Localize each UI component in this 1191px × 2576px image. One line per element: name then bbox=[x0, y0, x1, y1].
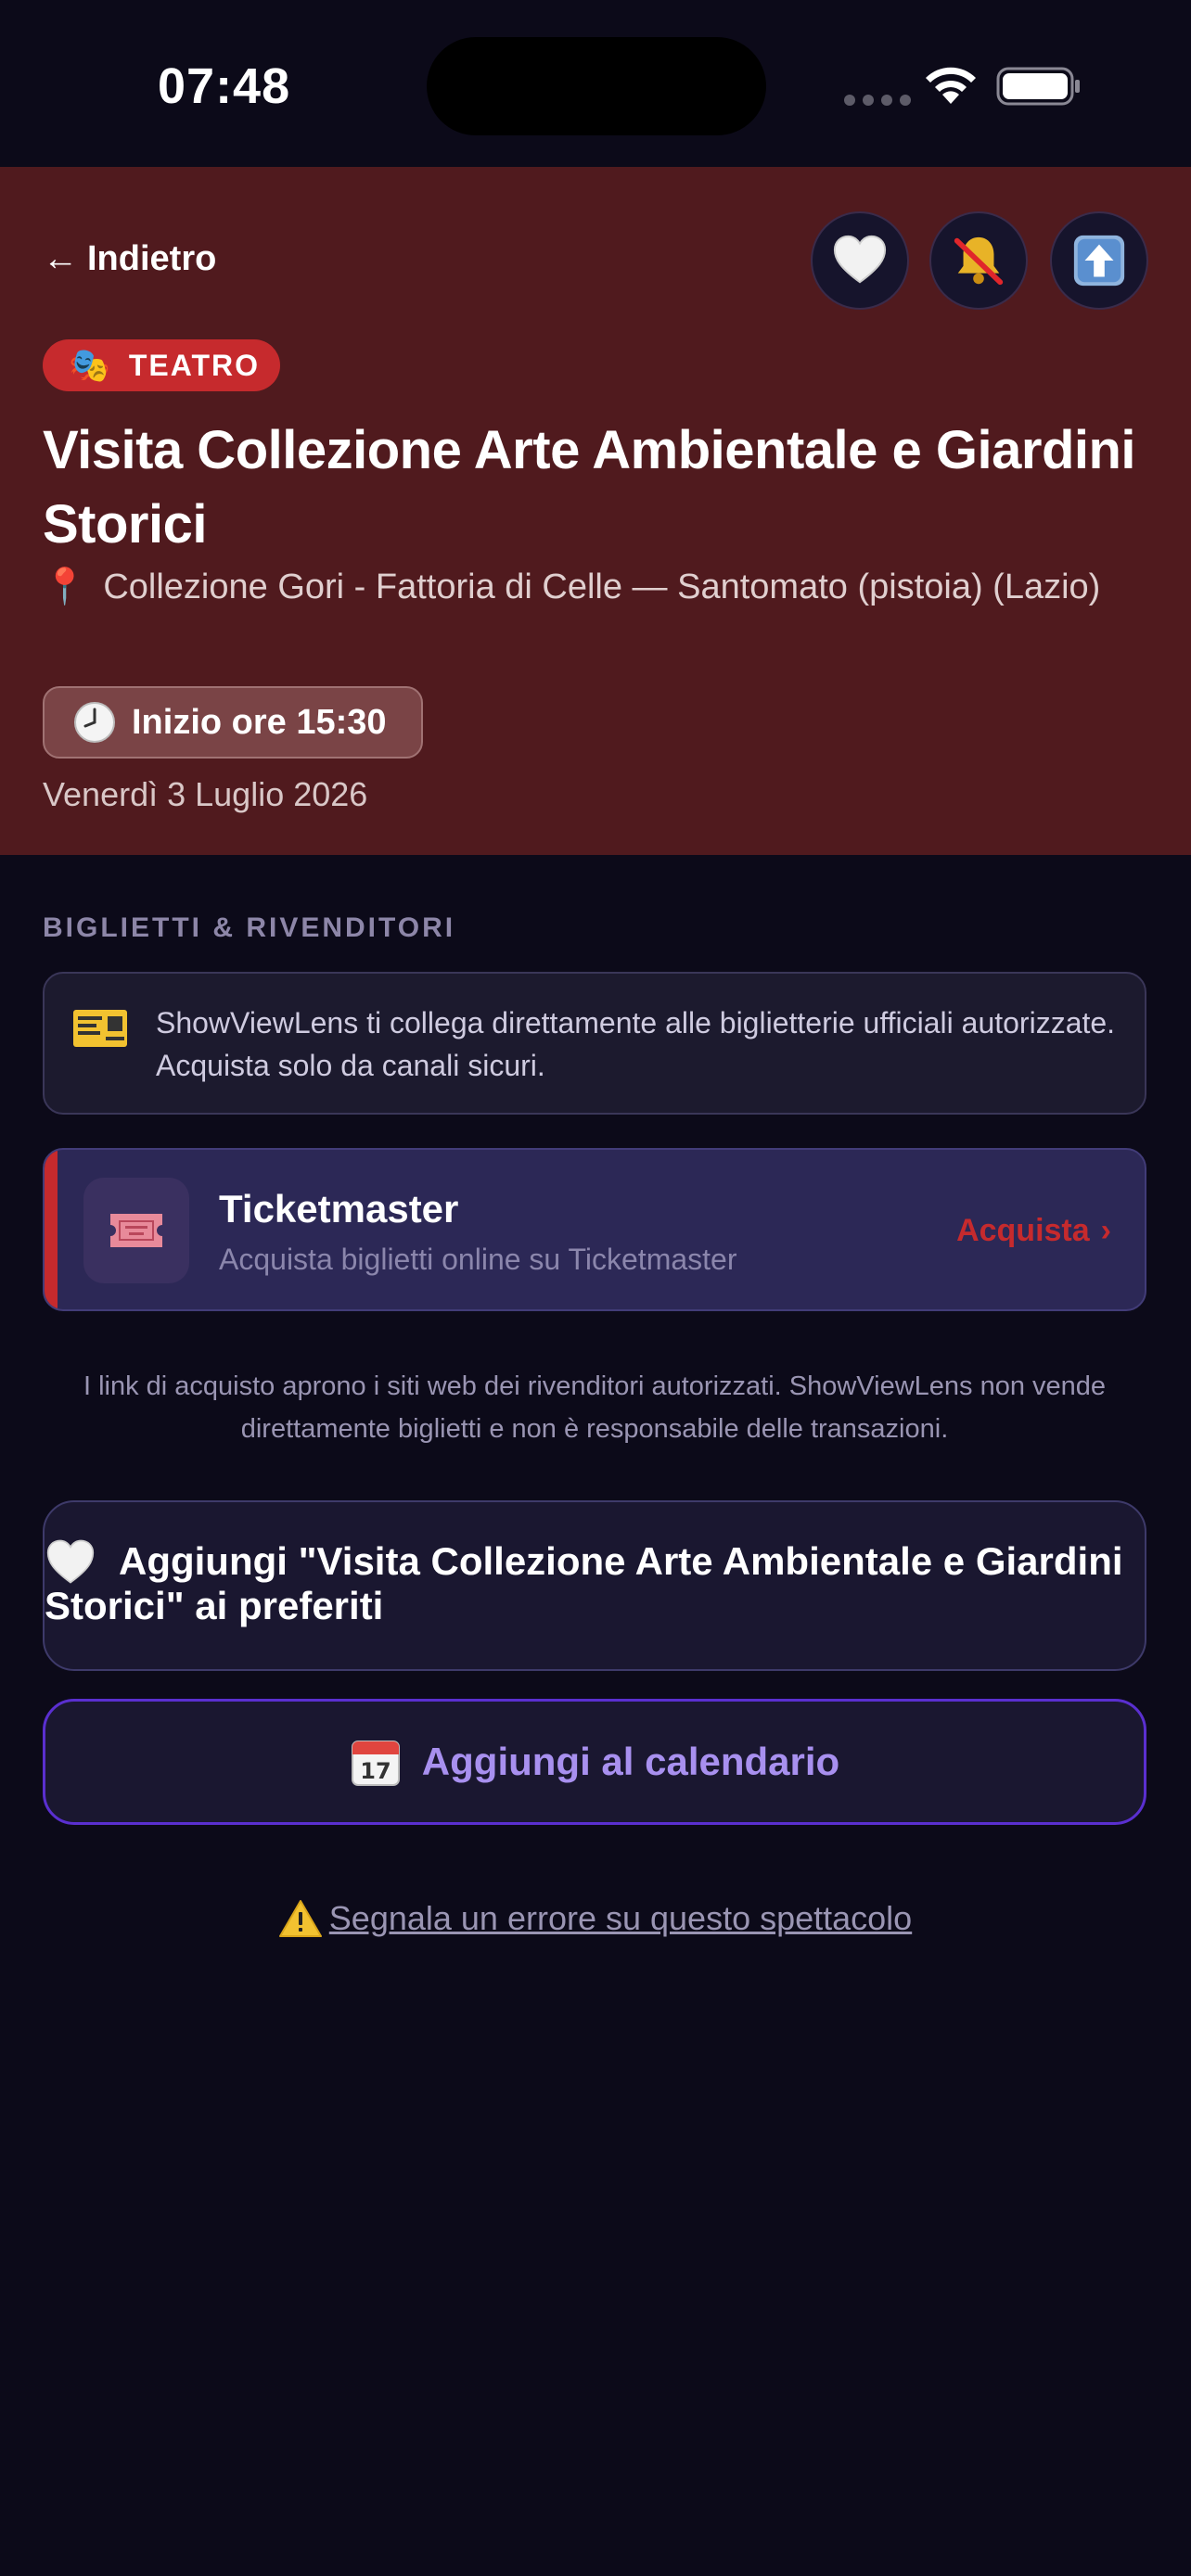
report-error-link[interactable]: Segnala un errore su questo spettacolo bbox=[0, 1899, 1191, 1938]
location-pin-icon: 📍 bbox=[43, 567, 87, 606]
favorite-button[interactable] bbox=[811, 211, 909, 310]
heart-icon bbox=[833, 235, 887, 284]
tickets-info-text: ShowViewLens ti collega direttamente all… bbox=[156, 1006, 1116, 1082]
chevron-right-icon: › bbox=[1100, 1213, 1111, 1248]
bell-off-icon bbox=[954, 236, 1004, 286]
vendor-description: Acquista biglietti online su Ticketmaste… bbox=[219, 1243, 737, 1276]
category-badge: 🎭 TEATRO bbox=[43, 339, 280, 391]
start-time-text: Inizio ore 15:30 bbox=[132, 702, 387, 742]
event-title: Visita Collezione Arte Ambientale e Giar… bbox=[43, 420, 1136, 555]
status-bar: 07:48 bbox=[0, 0, 1191, 167]
battery-icon bbox=[996, 67, 1080, 106]
vendor-name: Ticketmaster bbox=[219, 1187, 459, 1231]
vendor-card-ticketmaster[interactable]: Ticketmaster Acquista biglietti online s… bbox=[43, 1148, 1146, 1311]
venue-text: Collezione Gori - Fattoria di Celle — Sa… bbox=[103, 567, 1101, 606]
add-to-calendar-button[interactable]: 17 Aggiungi al calendario bbox=[43, 1699, 1146, 1825]
ticket-icon bbox=[73, 1010, 127, 1047]
category-label: TEATRO bbox=[128, 348, 260, 382]
status-time: 07:48 bbox=[158, 58, 291, 114]
report-error-label: Segnala un errore su questo spettacolo bbox=[328, 1899, 913, 1937]
add-to-calendar-label: Aggiungi al calendario bbox=[421, 1740, 840, 1783]
svg-text:17: 17 bbox=[360, 1758, 391, 1784]
back-arrow-icon: ← bbox=[43, 239, 78, 278]
add-to-favorites-label: Aggiungi "Visita Collezione Arte Ambient… bbox=[45, 1539, 1123, 1627]
clock-icon bbox=[74, 702, 115, 743]
vendor-buy-link[interactable]: Acquista › bbox=[956, 1213, 1111, 1249]
dynamic-island bbox=[427, 37, 766, 135]
theater-masks-icon: 🎭 bbox=[69, 346, 110, 384]
cellular-signal-icon bbox=[844, 95, 911, 106]
back-button[interactable]: ← Indietro bbox=[43, 239, 216, 279]
tickets-section-title: BIGLIETTI & RIVENDITORI bbox=[43, 912, 456, 943]
admit-one-ticket-icon bbox=[110, 1214, 162, 1247]
vendor-accent-bar bbox=[45, 1150, 58, 1309]
notification-toggle-button[interactable] bbox=[929, 211, 1028, 310]
start-time-pill: Inizio ore 15:30 bbox=[43, 686, 423, 759]
vendor-buy-label: Acquista bbox=[956, 1213, 1090, 1248]
purchase-disclaimer: I link di acquisto aprono i siti web dei… bbox=[83, 1371, 1107, 1444]
event-venue: 📍 Collezione Gori - Fattoria di Celle — … bbox=[43, 566, 1146, 608]
warning-icon bbox=[278, 1900, 322, 1937]
share-up-arrow-icon bbox=[1073, 235, 1125, 287]
calendar-icon: 17 bbox=[351, 1741, 400, 1786]
back-label: Indietro bbox=[87, 239, 217, 278]
add-to-favorites-button[interactable]: Aggiungi "Visita Collezione Arte Ambient… bbox=[43, 1500, 1146, 1671]
share-button[interactable] bbox=[1050, 211, 1148, 310]
event-date: Venerdì 3 Luglio 2026 bbox=[43, 775, 368, 813]
vendor-icon-box bbox=[83, 1178, 189, 1283]
tickets-info-card: ShowViewLens ti collega direttamente all… bbox=[43, 972, 1146, 1115]
wifi-icon bbox=[926, 67, 976, 104]
